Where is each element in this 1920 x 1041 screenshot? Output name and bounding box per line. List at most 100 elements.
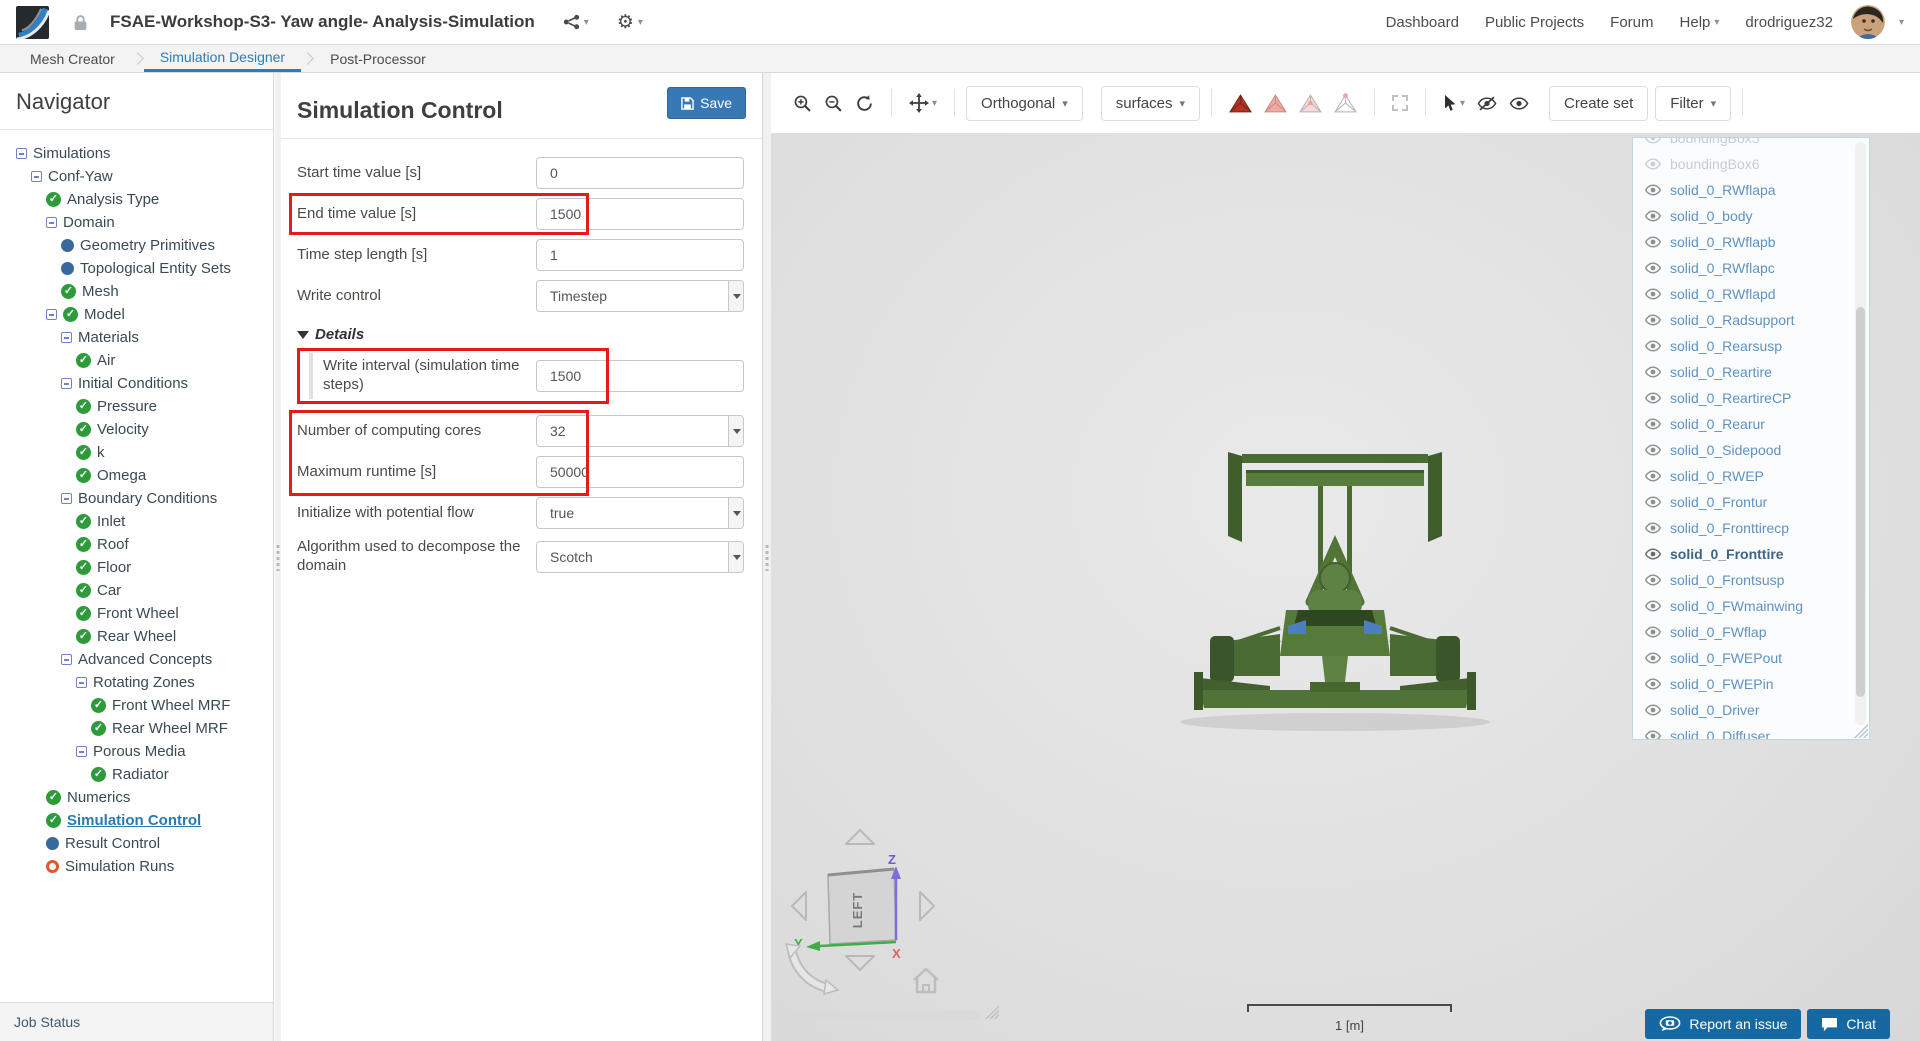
scene-item-solid-0-rwflapd[interactable]: solid_0_RWflapd xyxy=(1633,281,1869,307)
visibility-toggle[interactable] xyxy=(1645,314,1661,326)
settings-menu[interactable]: ⚙ ▾ xyxy=(617,13,643,32)
visibility-toggle[interactable] xyxy=(1645,392,1661,404)
tree-item-inlet[interactable]: Inlet xyxy=(10,510,269,533)
tree-item-omega[interactable]: Omega xyxy=(10,464,269,487)
visibility-toggle[interactable] xyxy=(1645,522,1661,534)
save-button[interactable]: Save xyxy=(667,87,746,119)
tree-item-result-control[interactable]: Result Control xyxy=(10,832,269,855)
input-maximum-runtime-s[interactable]: 50000 xyxy=(536,456,744,488)
scene-item-solid-0-reartire[interactable]: solid_0_Reartire xyxy=(1633,359,1869,385)
tree-item-materials[interactable]: Materials xyxy=(10,326,269,349)
collapse-icon[interactable] xyxy=(61,654,72,665)
scene-item-solid-0-rwep[interactable]: solid_0_RWEP xyxy=(1633,463,1869,489)
projection-dropdown[interactable]: Orthogonal xyxy=(966,85,1083,121)
dropdown-arrow-icon[interactable] xyxy=(728,416,743,446)
select-node-tool[interactable] xyxy=(1328,89,1363,118)
render-mode-dropdown[interactable]: surfaces xyxy=(1100,85,1201,121)
select-surface-tool[interactable] xyxy=(1258,89,1293,118)
pointer-select-tool[interactable]: ▾ xyxy=(1437,90,1471,116)
collapse-icon[interactable] xyxy=(61,332,72,343)
visibility-toggle[interactable] xyxy=(1645,704,1661,716)
scene-item-solid-0-reartirecp[interactable]: solid_0_ReartireCP xyxy=(1633,385,1869,411)
nav-public-projects[interactable]: Public Projects xyxy=(1485,14,1584,31)
collapse-icon[interactable] xyxy=(61,493,72,504)
tree-item-air[interactable]: Air xyxy=(10,349,269,372)
tree-item-advanced-concepts[interactable]: Advanced Concepts xyxy=(10,648,269,671)
scene-item-solid-0-body[interactable]: solid_0_body xyxy=(1633,203,1869,229)
dropdown-arrow-icon[interactable] xyxy=(728,541,743,572)
scene-item-solid-0-fronttire[interactable]: solid_0_Fronttire xyxy=(1633,541,1869,567)
horizontal-scrollbar[interactable] xyxy=(793,1011,980,1020)
scene-item-solid-0-rearsusp[interactable]: solid_0_Rearsusp xyxy=(1633,333,1869,359)
input-time-step-length-s[interactable]: 1 xyxy=(536,239,744,271)
tree-item-rear-wheel-mrf[interactable]: Rear Wheel MRF xyxy=(10,717,269,740)
tree-item-floor[interactable]: Floor xyxy=(10,556,269,579)
scene-item-boundingbox5[interactable]: boundingBox5 xyxy=(1633,138,1869,151)
select-number-of-computing-cores[interactable]: 32 xyxy=(536,415,744,447)
tree-item-car[interactable]: Car xyxy=(10,579,269,602)
report-issue-button[interactable]: Report an issue xyxy=(1645,1009,1802,1039)
input-write-interval-simulation-time-steps[interactable]: 1500 xyxy=(536,360,744,392)
scene-item-boundingbox6[interactable]: boundingBox6 xyxy=(1633,151,1869,177)
rotate-left-arrow[interactable] xyxy=(791,891,807,921)
filter-dropdown[interactable]: Filter xyxy=(1655,85,1732,121)
hide-selected-button[interactable] xyxy=(1471,92,1503,115)
job-status-link[interactable]: Job Status xyxy=(0,1002,273,1041)
tree-item-front-wheel[interactable]: Front Wheel xyxy=(10,602,269,625)
scene-item-solid-0-fwepin[interactable]: solid_0_FWEPin xyxy=(1633,671,1869,697)
rotate-roll-arrow[interactable] xyxy=(784,943,840,996)
scene-item-solid-0-fronttirecp[interactable]: solid_0_Fronttirecp xyxy=(1633,515,1869,541)
tab-mesh-creator[interactable]: Mesh Creator xyxy=(14,45,131,72)
scene-item-solid-0-rwflapb[interactable]: solid_0_RWflapb xyxy=(1633,229,1869,255)
tree-item-porous-media[interactable]: Porous Media xyxy=(10,740,269,763)
tree-item-roof[interactable]: Roof xyxy=(10,533,269,556)
scene-item-solid-0-rwflapc[interactable]: solid_0_RWflapc xyxy=(1633,255,1869,281)
nav-help[interactable]: Help ▾ xyxy=(1680,14,1720,31)
box-select-tool[interactable] xyxy=(1386,91,1414,115)
rotate-right-arrow[interactable] xyxy=(919,891,935,921)
visibility-toggle[interactable] xyxy=(1645,626,1661,638)
tree-item-geometry-primitives[interactable]: Geometry Primitives xyxy=(10,234,269,257)
visibility-toggle[interactable] xyxy=(1645,496,1661,508)
scene-item-solid-0-sidepood[interactable]: solid_0_Sidepood xyxy=(1633,437,1869,463)
collapse-icon[interactable] xyxy=(76,677,87,688)
select-edge-tool[interactable] xyxy=(1293,89,1328,118)
scene-item-solid-0-fwflap[interactable]: solid_0_FWflap xyxy=(1633,619,1869,645)
scene-item-solid-0-driver[interactable]: solid_0_Driver xyxy=(1633,697,1869,723)
tree-item-simulations[interactable]: Simulations xyxy=(10,142,269,165)
tree-item-boundary-conditions[interactable]: Boundary Conditions xyxy=(10,487,269,510)
tree-item-front-wheel-mrf[interactable]: Front Wheel MRF xyxy=(10,694,269,717)
refresh-view-button[interactable] xyxy=(849,90,880,117)
visibility-toggle[interactable] xyxy=(1645,678,1661,690)
panel-resize-handle[interactable] xyxy=(763,73,771,1041)
create-set-button[interactable]: Create set xyxy=(1549,85,1649,121)
scene-item-solid-0-frontsusp[interactable]: solid_0_Frontsusp xyxy=(1633,567,1869,593)
visibility-toggle[interactable] xyxy=(1645,652,1661,664)
visibility-toggle[interactable] xyxy=(1645,548,1661,560)
tree-item-simulation-runs[interactable]: Simulation Runs xyxy=(10,855,269,878)
details-section-toggle[interactable]: Details xyxy=(297,326,744,343)
visibility-toggle[interactable] xyxy=(1645,600,1661,612)
avatar[interactable] xyxy=(1850,5,1885,39)
tree-item-mesh[interactable]: Mesh xyxy=(10,280,269,303)
scrollbar-track[interactable] xyxy=(1855,142,1866,725)
show-all-button[interactable] xyxy=(1503,92,1535,115)
visibility-toggle[interactable] xyxy=(1645,138,1661,144)
rotate-down-arrow[interactable] xyxy=(845,955,875,971)
chat-button[interactable]: Chat xyxy=(1807,1009,1890,1039)
car-model-3d[interactable] xyxy=(1170,450,1500,740)
scrollbar-thumb[interactable] xyxy=(1856,307,1865,697)
tab-post-processor[interactable]: Post-Processor xyxy=(314,45,442,72)
visibility-toggle[interactable] xyxy=(1645,210,1661,222)
nav-dashboard[interactable]: Dashboard xyxy=(1386,14,1459,31)
select-algorithm-used-to-decompose-the-domain[interactable]: Scotch xyxy=(536,540,744,573)
scene-item-solid-0-diffuser[interactable]: solid_0_Diffuser xyxy=(1633,723,1869,739)
tree-item-initial-conditions[interactable]: Initial Conditions xyxy=(10,372,269,395)
chevron-down-icon[interactable]: ▾ xyxy=(1899,17,1904,28)
zoom-out-button[interactable] xyxy=(818,90,849,117)
tree-item-model[interactable]: Model xyxy=(10,303,269,326)
scene-item-solid-0-rearur[interactable]: solid_0_Rearur xyxy=(1633,411,1869,437)
tree-item-topological-entity-sets[interactable]: Topological Entity Sets xyxy=(10,257,269,280)
scene-item-solid-0-rwflapa[interactable]: solid_0_RWflapa xyxy=(1633,177,1869,203)
dropdown-arrow-icon[interactable] xyxy=(728,281,743,311)
